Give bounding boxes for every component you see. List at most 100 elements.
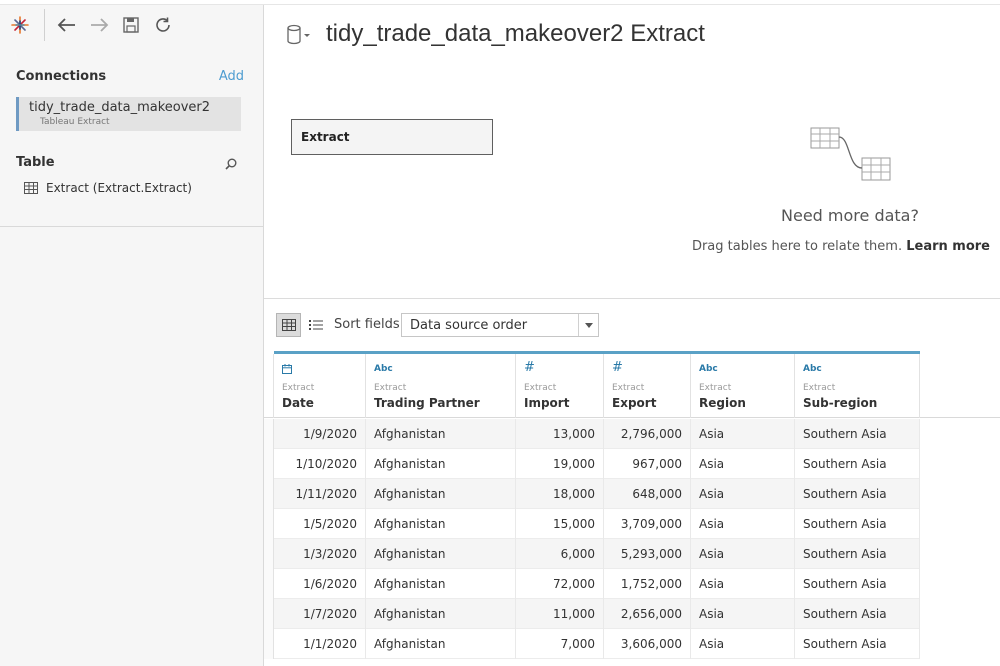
datasource-title[interactable]: tidy_trade_data_makeover2 Extract bbox=[326, 20, 705, 48]
cell-date[interactable]: 1/3/2020 bbox=[274, 539, 366, 569]
top-toolbar bbox=[0, 5, 264, 45]
canvas-table-label: Extract bbox=[301, 130, 350, 144]
number-type-icon[interactable]: # bbox=[524, 360, 535, 375]
cell-import[interactable]: 19,000 bbox=[516, 449, 604, 479]
cell-sub-region[interactable]: Southern Asia bbox=[795, 449, 920, 479]
string-type-icon[interactable]: Abc bbox=[803, 364, 822, 374]
cell-date[interactable]: 1/5/2020 bbox=[274, 509, 366, 539]
table-row: 1/1/2020 Afghanistan 7,000 3,606,000 Asia Sou… bbox=[264, 629, 920, 659]
table-row: 1/11/2020 Afghanistan 18,000 648,000 Asia Sou… bbox=[264, 479, 920, 509]
cell-trading-partner[interactable]: Afghanistan bbox=[366, 509, 516, 539]
table-row: 1/9/2020 Afghanistan 13,000 2,796,000 Asia So… bbox=[264, 419, 920, 449]
table-list-item[interactable]: Extract (Extract.Extract) bbox=[24, 180, 192, 196]
data-grid: Extract Date Abc Extract Trading Partner # Ext… bbox=[264, 351, 1000, 666]
cell-region[interactable]: Asia bbox=[691, 419, 795, 449]
row-gutter bbox=[264, 449, 274, 479]
column-header-sub-region[interactable]: Abc Extract Sub-region bbox=[795, 354, 920, 418]
row-gutter bbox=[264, 629, 274, 659]
tableau-logo-icon[interactable] bbox=[9, 14, 31, 36]
list-view-icon bbox=[309, 316, 323, 335]
number-type-icon[interactable]: # bbox=[612, 360, 623, 375]
sort-fields-label: Sort fields bbox=[334, 317, 400, 332]
column-header-date[interactable]: Extract Date bbox=[274, 354, 366, 418]
row-gutter bbox=[264, 509, 274, 539]
cell-trading-partner[interactable]: Afghanistan bbox=[366, 599, 516, 629]
cell-region[interactable]: Asia bbox=[691, 479, 795, 509]
cell-sub-region[interactable]: Southern Asia bbox=[795, 569, 920, 599]
connections-header: Connections Add bbox=[16, 69, 244, 87]
cell-sub-region[interactable]: Southern Asia bbox=[795, 419, 920, 449]
cell-date[interactable]: 1/9/2020 bbox=[274, 419, 366, 449]
cell-export[interactable]: 3,606,000 bbox=[604, 629, 691, 659]
column-header-import[interactable]: # Extract Import bbox=[516, 354, 604, 418]
cell-sub-region[interactable]: Southern Asia bbox=[795, 509, 920, 539]
calendar-icon[interactable] bbox=[282, 364, 292, 377]
table-row: 1/3/2020 Afghanistan 6,000 5,293,000 Asia Sou… bbox=[264, 539, 920, 569]
cell-trading-partner[interactable]: Afghanistan bbox=[366, 449, 516, 479]
cell-import[interactable]: 13,000 bbox=[516, 419, 604, 449]
cell-export[interactable]: 648,000 bbox=[604, 479, 691, 509]
add-connection-link[interactable]: Add bbox=[219, 69, 244, 84]
cell-region[interactable]: Asia bbox=[691, 569, 795, 599]
search-icon[interactable] bbox=[224, 156, 238, 170]
string-type-icon[interactable]: Abc bbox=[699, 364, 718, 374]
cell-date[interactable]: 1/6/2020 bbox=[274, 569, 366, 599]
datasource-dropdown-icon[interactable] bbox=[286, 24, 312, 46]
learn-more-link[interactable]: Learn more bbox=[906, 239, 990, 254]
cell-date[interactable]: 1/11/2020 bbox=[274, 479, 366, 509]
cell-import[interactable]: 15,000 bbox=[516, 509, 604, 539]
cell-region[interactable]: Asia bbox=[691, 449, 795, 479]
cell-region[interactable]: Asia bbox=[691, 509, 795, 539]
save-icon[interactable] bbox=[120, 14, 142, 36]
cell-import[interactable]: 6,000 bbox=[516, 539, 604, 569]
need-more-data-title: Need more data? bbox=[781, 206, 919, 225]
cell-export[interactable]: 2,796,000 bbox=[604, 419, 691, 449]
table-row: 1/6/2020 Afghanistan 72,000 1,752,000 Asia So… bbox=[264, 569, 920, 599]
list-view-button[interactable] bbox=[306, 313, 326, 337]
cell-export[interactable]: 5,293,000 bbox=[604, 539, 691, 569]
cell-date[interactable]: 1/7/2020 bbox=[274, 599, 366, 629]
column-name: Sub-region bbox=[803, 396, 878, 410]
column-name: Date bbox=[282, 396, 314, 410]
back-arrow-icon[interactable] bbox=[56, 14, 78, 36]
grid-view-button[interactable] bbox=[276, 313, 301, 337]
cell-sub-region[interactable]: Southern Asia bbox=[795, 479, 920, 509]
chevron-down-icon[interactable] bbox=[578, 314, 598, 336]
row-gutter bbox=[264, 539, 274, 569]
cell-export[interactable]: 2,656,000 bbox=[604, 599, 691, 629]
connections-title: Connections bbox=[16, 69, 107, 84]
cell-import[interactable]: 18,000 bbox=[516, 479, 604, 509]
cell-trading-partner[interactable]: Afghanistan bbox=[366, 629, 516, 659]
cell-region[interactable]: Asia bbox=[691, 599, 795, 629]
column-header-export[interactable]: # Extract Export bbox=[604, 354, 691, 418]
cell-sub-region[interactable]: Southern Asia bbox=[795, 539, 920, 569]
cell-import[interactable]: 7,000 bbox=[516, 629, 604, 659]
cell-region[interactable]: Asia bbox=[691, 629, 795, 659]
column-name: Region bbox=[699, 396, 746, 410]
cell-sub-region[interactable]: Southern Asia bbox=[795, 599, 920, 629]
refresh-icon[interactable] bbox=[152, 14, 174, 36]
column-header-region[interactable]: Abc Extract Region bbox=[691, 354, 795, 418]
cell-trading-partner[interactable]: Afghanistan bbox=[366, 419, 516, 449]
cell-export[interactable]: 1,752,000 bbox=[604, 569, 691, 599]
column-source: Extract bbox=[374, 383, 407, 393]
cell-region[interactable]: Asia bbox=[691, 539, 795, 569]
cell-date[interactable]: 1/1/2020 bbox=[274, 629, 366, 659]
connection-item[interactable]: tidy_trade_data_makeover2 Tableau Extrac… bbox=[16, 97, 241, 131]
canvas-table-extract[interactable]: Extract bbox=[291, 119, 493, 155]
canvas-grid-divider[interactable] bbox=[264, 298, 1000, 299]
cell-export[interactable]: 967,000 bbox=[604, 449, 691, 479]
sort-fields-select[interactable]: Data source order bbox=[401, 313, 599, 337]
column-header-trading-partner[interactable]: Abc Extract Trading Partner bbox=[366, 354, 516, 418]
related-tables-icon bbox=[810, 125, 892, 183]
cell-trading-partner[interactable]: Afghanistan bbox=[366, 569, 516, 599]
string-type-icon[interactable]: Abc bbox=[374, 364, 393, 374]
cell-import[interactable]: 11,000 bbox=[516, 599, 604, 629]
cell-import[interactable]: 72,000 bbox=[516, 569, 604, 599]
cell-sub-region[interactable]: Southern Asia bbox=[795, 629, 920, 659]
forward-arrow-icon[interactable] bbox=[88, 14, 110, 36]
cell-export[interactable]: 3,709,000 bbox=[604, 509, 691, 539]
cell-date[interactable]: 1/10/2020 bbox=[274, 449, 366, 479]
cell-trading-partner[interactable]: Afghanistan bbox=[366, 479, 516, 509]
cell-trading-partner[interactable]: Afghanistan bbox=[366, 539, 516, 569]
